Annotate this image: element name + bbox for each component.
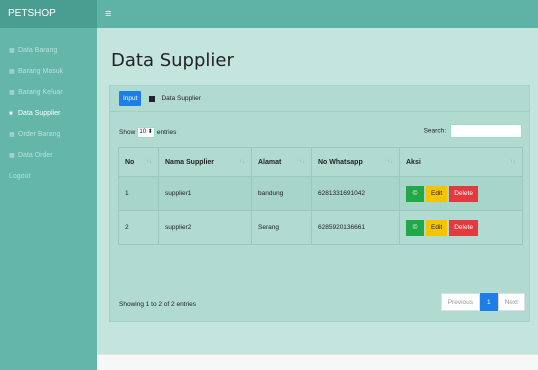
entries-select[interactable]: 10 ⬍: [137, 127, 156, 138]
search-input[interactable]: [450, 124, 522, 138]
sidebar: ▦ Data Barang ▦ Barang Masuk ▦ Barang Kelua…: [0, 28, 97, 370]
sort-icon: ↑↓: [510, 158, 516, 165]
previous-button[interactable]: Previous: [440, 293, 480, 311]
column-header-aksi[interactable]: Aksi ↑↓: [399, 147, 523, 177]
sort-icon: ↑↓: [146, 158, 152, 165]
cell-aksi: © Edit Delete: [399, 210, 523, 245]
folder-icon: ■: [9, 111, 13, 117]
entries-length: Show 10 ⬍ entries: [119, 127, 176, 138]
grid-icon: ▦: [9, 48, 15, 54]
cell-nama-supplier: supplier1: [158, 176, 252, 211]
footer: [97, 354, 538, 370]
edit-button[interactable]: Edit: [426, 219, 448, 236]
whatsapp-button[interactable]: ©: [406, 219, 424, 236]
sidebar-item-label: Barang Keluar: [18, 89, 63, 96]
main-content: Data Supplier Input Data Supplier Show 1…: [97, 28, 538, 354]
page-1-button[interactable]: 1: [480, 293, 498, 311]
table-icon: [149, 95, 156, 102]
cell-aksi: © Edit Delete: [399, 176, 523, 211]
sidebar-item-label: Barang Masuk: [18, 68, 64, 75]
table-controls: Show 10 ⬍ entries Search:: [119, 124, 522, 138]
sidebar-item-barang-keluar[interactable]: ▦ Barang Keluar: [0, 82, 97, 103]
brand-logo[interactable]: PETSHOP FAYRUZ: [0, 0, 97, 47]
supplier-table: No ↑↓ Nama Supplier ↑↓ Alamat ↑↓ No Whatsap…: [118, 147, 523, 245]
supplier-card: Input Data Supplier Show 10 ⬍ entries Se…: [109, 85, 530, 322]
card-header: Input Data Supplier: [110, 86, 529, 112]
sidebar-item-data-supplier[interactable]: ■ Data Supplier: [0, 103, 97, 124]
grid-icon: ▦: [9, 69, 15, 75]
sidebar-item-label: Logout: [9, 173, 31, 180]
delete-button[interactable]: Delete: [449, 185, 478, 202]
cell-alamat: bandung: [251, 176, 312, 211]
edit-button[interactable]: Edit: [426, 185, 448, 202]
sidebar-item-label: Order Barang: [18, 131, 61, 138]
sidebar-item-data-barang[interactable]: ▦ Data Barang: [0, 40, 97, 61]
entries-value: 10: [139, 129, 147, 135]
sidebar-item-order-barang[interactable]: ▦ Order Barang: [0, 124, 97, 145]
whatsapp-icon: ©: [412, 223, 418, 231]
whatsapp-icon: ©: [412, 189, 418, 197]
page-title: Data Supplier: [111, 50, 234, 71]
table-row: 1 supplier1 bandung 6281331691042 © Edit D…: [118, 176, 523, 211]
card-title: Data Supplier: [161, 95, 201, 102]
entries-label: entries: [156, 129, 177, 137]
column-header-alamat[interactable]: Alamat ↑↓: [251, 147, 312, 177]
cell-whatsapp: 6285920136661: [311, 210, 400, 245]
whatsapp-button[interactable]: ©: [406, 185, 424, 202]
show-label: Show: [119, 129, 136, 137]
cell-no: 2: [118, 210, 159, 245]
grid-icon: ▦: [9, 132, 15, 138]
sidebar-item-label: Data Order: [18, 152, 53, 159]
search-label: Search:: [423, 127, 446, 135]
column-header-no-whatsapp[interactable]: No Whatsapp ↑↓: [311, 147, 400, 177]
cell-whatsapp: 6281331691042: [311, 176, 400, 211]
column-header-no[interactable]: No ↑↓: [118, 147, 159, 177]
cell-nama-supplier: supplier2: [158, 210, 252, 245]
sidebar-item-logout[interactable]: Logout: [0, 166, 97, 187]
sidebar-item-data-order[interactable]: ▦ Data Order: [0, 145, 97, 166]
table-row: 2 supplier2 Serang 6285920136661 © Edit De…: [118, 210, 523, 245]
grid-icon: ▦: [9, 90, 15, 96]
table-info: Showing 1 to 2 of 2 entries: [119, 301, 196, 308]
column-header-nama-supplier[interactable]: Nama Supplier ↑↓: [158, 147, 252, 177]
sort-icon: ↑↓: [387, 158, 393, 165]
sort-icon: ↑↓: [299, 158, 305, 165]
next-button[interactable]: Next: [497, 293, 525, 311]
search-box: Search:: [424, 124, 522, 138]
delete-button[interactable]: Delete: [449, 219, 478, 236]
sort-icon: ↑↓: [239, 158, 245, 165]
input-button[interactable]: Input: [119, 91, 142, 106]
sidebar-item-label: Data Supplier: [18, 110, 61, 117]
table-header-row: No ↑↓ Nama Supplier ↑↓ Alamat ↑↓ No Whatsap…: [118, 147, 523, 177]
sidebar-item-barang-masuk[interactable]: ▦ Barang Masuk: [0, 61, 97, 82]
cell-no: 1: [118, 176, 159, 211]
cell-alamat: Serang: [251, 210, 312, 245]
top-navbar: PETSHOP FAYRUZ ≡: [0, 0, 538, 47]
pagination: Previous 1 Next: [440, 293, 525, 311]
sidebar-item-label: Data Barang: [18, 47, 58, 54]
grid-icon: ▦: [9, 153, 15, 159]
menu-toggle-icon[interactable]: ≡: [105, 0, 111, 28]
